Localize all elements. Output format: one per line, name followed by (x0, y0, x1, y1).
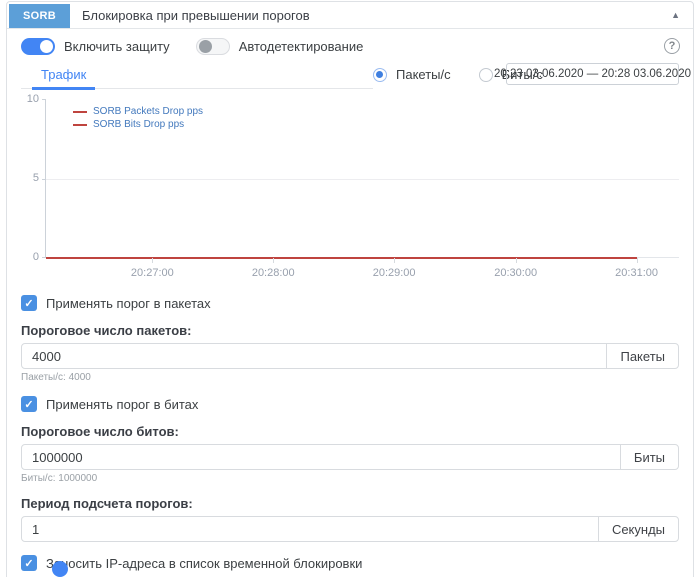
x-axis-label: 20:30:00 (494, 267, 537, 279)
x-tick (273, 258, 274, 263)
x-tick (152, 258, 153, 263)
x-tick (394, 258, 395, 263)
blocking-settings-panel: SORB Блокировка при превышении порогов ▲… (6, 1, 694, 577)
sorb-tab-badge[interactable]: SORB (9, 4, 70, 28)
panel-title: Блокировка при превышении порогов (82, 8, 310, 23)
tab-traffic[interactable]: Трафик (32, 63, 95, 90)
protection-toggle[interactable] (21, 38, 55, 55)
blocklist-checkbox-row[interactable]: ✓ Заносить IP-адреса в список временной … (21, 555, 679, 571)
x-tick (637, 258, 638, 263)
date-range-input[interactable]: 20:23 03.06.2020 — 20:28 03.06.2020 (506, 63, 679, 85)
bits-checkbox-label: Применять порог в битах (46, 397, 198, 412)
x-axis-label: 20:31:00 (615, 267, 658, 279)
bits-threshold-label: Пороговое число битов: (21, 424, 679, 439)
bits-unit-addon: Биты (620, 444, 679, 470)
bits-threshold-checkbox-row[interactable]: ✓ Применять порог в битах (21, 396, 679, 412)
y-axis-label: 0 (15, 251, 39, 263)
help-icon[interactable]: ? (664, 38, 680, 54)
x-axis-label: 20:29:00 (373, 267, 416, 279)
legend-label: SORB Packets Drop pps (93, 106, 203, 117)
packets-threshold-label: Пороговое число пакетов: (21, 323, 679, 338)
radio-packets-per-sec[interactable] (373, 68, 387, 82)
bits-helper-text: Биты/с: 1000000 (21, 473, 679, 484)
bits-threshold-input[interactable] (21, 444, 621, 470)
packets-unit-addon: Пакеты (606, 343, 679, 369)
period-unit-addon: Секунды (598, 516, 679, 542)
legend-label: SORB Bits Drop pps (93, 119, 184, 130)
traffic-row: Трафик Пакеты/с Биты/с 20:23 03.06.2020 … (21, 63, 679, 89)
packets-threshold-checkbox-row[interactable]: ✓ Применять порог в пакетах (21, 295, 679, 311)
checkbox-checked-icon[interactable]: ✓ (21, 295, 37, 311)
chart-plot-area: 20:27:00 20:28:00 20:29:00 20:30:00 20:3… (45, 99, 679, 258)
period-label: Период подсчета порогов: (21, 496, 679, 511)
autodetect-toggle[interactable] (196, 38, 230, 55)
series-line-drop-pps (46, 257, 637, 259)
radio-bits-per-sec[interactable] (479, 68, 493, 82)
thresholds-form: ✓ Применять порог в пакетах Пороговое чи… (7, 295, 693, 577)
collapse-panel-icon[interactable]: ▲ (671, 10, 680, 20)
panel-header: SORB Блокировка при превышении порогов ▲ (7, 2, 693, 29)
period-input[interactable] (21, 516, 599, 542)
legend-item-packets[interactable]: SORB Packets Drop pps (73, 106, 203, 117)
protection-toggle-label: Включить защиту (64, 39, 170, 54)
y-axis-label: 10 (15, 93, 39, 105)
toggle-knob (199, 40, 212, 53)
next-section-toggle-partial[interactable] (52, 561, 68, 577)
toggles-row: Включить защиту Автодетектирование (7, 29, 693, 61)
legend-item-bits[interactable]: SORB Bits Drop pps (73, 119, 203, 130)
checkbox-checked-icon[interactable]: ✓ (21, 396, 37, 412)
radio-packets-label[interactable]: Пакеты/с (396, 67, 451, 82)
checkbox-checked-icon[interactable]: ✓ (21, 555, 37, 571)
packets-checkbox-label: Применять порог в пакетах (46, 296, 211, 311)
tab-strip: Трафик (21, 63, 373, 89)
packets-threshold-group: Пакеты (21, 343, 679, 369)
bits-threshold-group: Биты (21, 444, 679, 470)
y-tick (42, 99, 46, 100)
period-group: Секунды (21, 516, 679, 542)
packets-helper-text: Пакеты/с: 4000 (21, 372, 679, 383)
traffic-chart: 10 5 0 20:27:00 20:28:00 20:29:00 20:30:… (15, 96, 685, 282)
legend-line-icon (73, 124, 87, 126)
legend-line-icon (73, 111, 87, 113)
blocklist-checkbox-label: Заносить IP-адреса в список временной бл… (46, 556, 362, 571)
gridline-5 (46, 179, 679, 180)
x-axis-label: 20:27:00 (131, 267, 174, 279)
toggle-knob (40, 40, 53, 53)
chart-legend: SORB Packets Drop pps SORB Bits Drop pps (73, 106, 203, 132)
packets-threshold-input[interactable] (21, 343, 607, 369)
x-axis-label: 20:28:00 (252, 267, 295, 279)
autodetect-toggle-label: Автодетектирование (239, 39, 364, 54)
y-axis-label: 5 (15, 172, 39, 184)
x-tick (516, 258, 517, 263)
